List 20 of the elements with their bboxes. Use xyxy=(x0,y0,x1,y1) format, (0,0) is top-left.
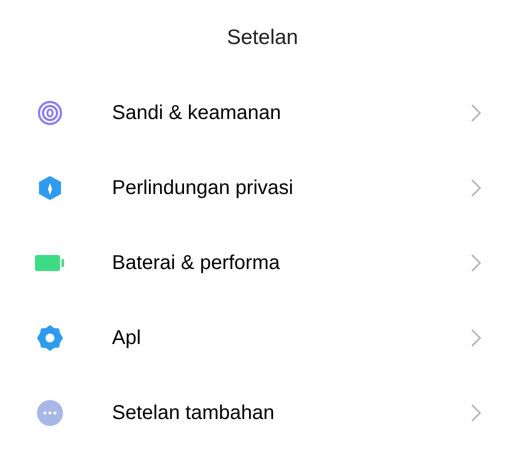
chevron-right-icon xyxy=(471,178,481,196)
chevron-right-icon xyxy=(471,104,481,122)
settings-item[interactable]: Baterai & performa xyxy=(0,225,525,300)
item-label: Apl xyxy=(112,326,142,350)
settings-item[interactable]: Apl xyxy=(0,300,525,375)
chevron-right-icon xyxy=(471,254,481,272)
settings-icon xyxy=(36,324,64,352)
item-label: Baterai & performa xyxy=(112,250,281,276)
item-label: Perlindungan privasi xyxy=(112,176,294,200)
settings-item[interactable]: Sandi & keamanan xyxy=(0,75,525,150)
hexagon-shield-icon xyxy=(37,174,63,200)
more-icon xyxy=(37,400,63,426)
settings-item[interactable]: Setelan tambahan xyxy=(0,375,525,450)
item-label: Sandi & keamanan xyxy=(112,100,282,126)
page-title: Setelan xyxy=(226,24,298,51)
settings-item[interactable]: Perlindungan privasi xyxy=(0,150,525,225)
chevron-right-icon xyxy=(471,328,481,346)
item-label: Setelan tambahan xyxy=(112,400,276,426)
chevron-right-icon xyxy=(471,404,481,422)
battery-icon xyxy=(35,254,65,272)
